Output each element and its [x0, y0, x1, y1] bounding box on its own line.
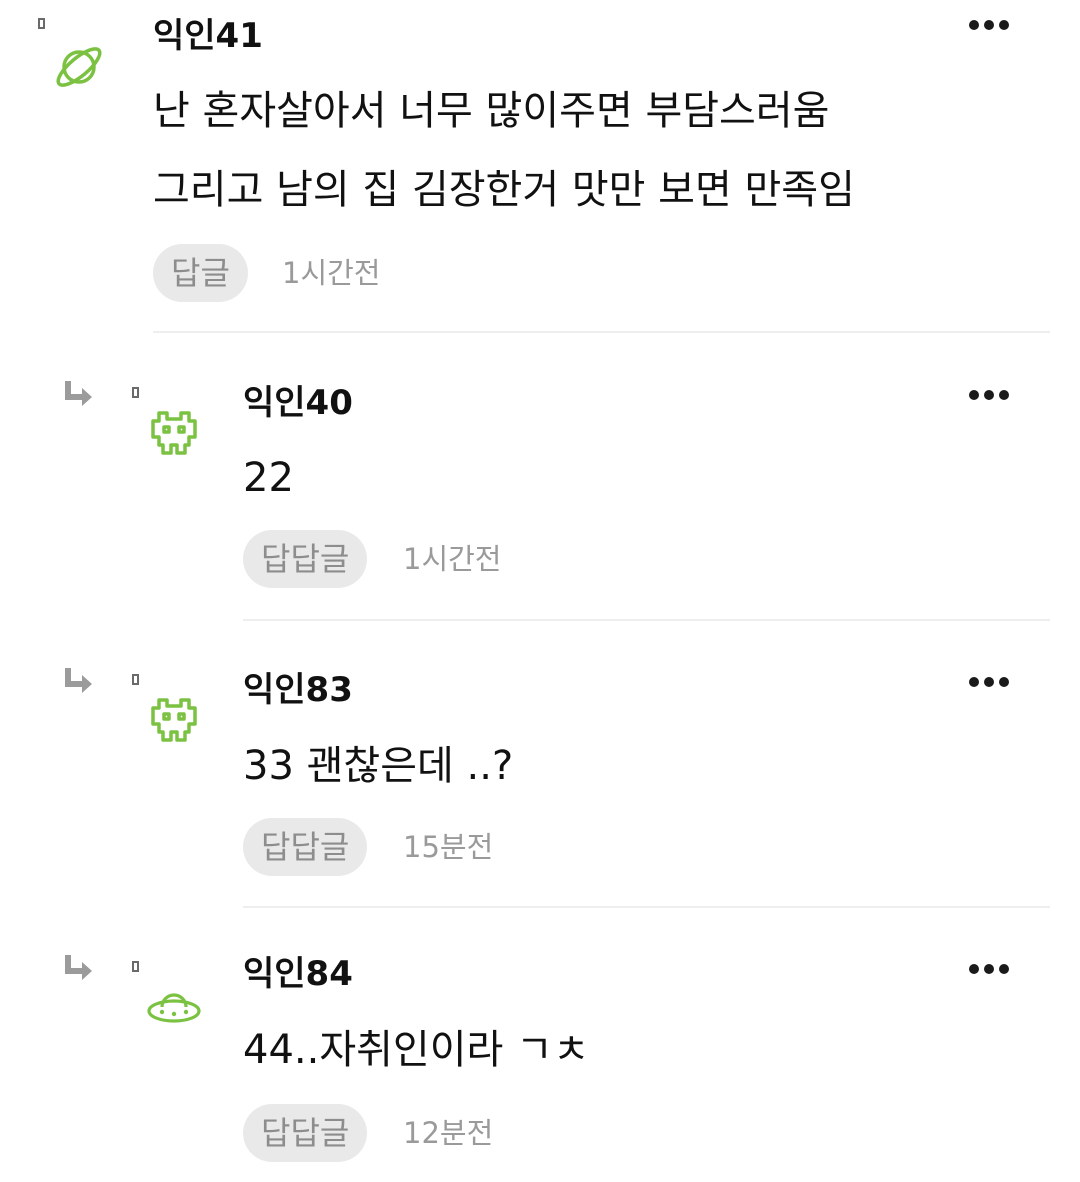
comment-author: 익인40: [243, 383, 353, 423]
more-options-icon[interactable]: [969, 960, 1011, 976]
reply-button[interactable]: 답답글: [243, 530, 368, 588]
level-marker: [132, 961, 139, 972]
reply-button[interactable]: 답답글: [243, 818, 368, 876]
ufo-icon: [145, 979, 203, 1037]
reply-arrow-icon: [64, 953, 94, 983]
reply-comment-item: 익인40 22 답답글 1시간전: [0, 333, 1080, 621]
comment-text-line: 그리고 남의 집 김장한거 맛만 보면 만족임: [153, 167, 855, 213]
planet-icon: [50, 38, 108, 96]
comment-author: 익인83: [243, 670, 353, 710]
comment-timestamp: 15분전: [403, 830, 494, 864]
comment-timestamp: 1시간전: [403, 542, 502, 576]
comment-text-line: 33 괜찮은데 ..?: [243, 743, 514, 789]
reply-button[interactable]: 답답글: [243, 1104, 368, 1162]
level-marker: [38, 18, 45, 29]
reply-comment-item: 익인84 44..자취인이라 ㄱㅊ 답답글 12분전: [0, 907, 1080, 1182]
comment-author: 익인41: [153, 16, 263, 56]
comment-timestamp: 1시간전: [282, 256, 381, 290]
comment-text-line: 22: [243, 455, 294, 501]
comment-text-line: 난 혼자살아서 너무 많이주면 부담스러움: [153, 88, 830, 134]
comment-item: 익인41 난 혼자살아서 너무 많이주면 부담스러움 그리고 남의 집 김장한거…: [0, 0, 1080, 333]
reply-comment-item: 익인83 33 괜찮은데 ..? 답답글 15분전: [0, 620, 1080, 908]
reply-button[interactable]: 답글: [153, 244, 248, 302]
space-invader-icon: [145, 405, 203, 463]
level-marker: [132, 674, 139, 685]
reply-arrow-icon: [64, 379, 94, 409]
space-invader-icon: [145, 692, 203, 750]
comment-timestamp: 12분전: [403, 1116, 494, 1150]
more-options-icon[interactable]: [969, 386, 1011, 402]
comment-text-line: 44..자취인이라 ㄱㅊ: [243, 1027, 590, 1073]
more-options-icon[interactable]: [969, 673, 1011, 689]
more-options-icon[interactable]: [969, 16, 1011, 32]
comment-author: 익인84: [243, 954, 353, 994]
reply-arrow-icon: [64, 666, 94, 696]
level-marker: [132, 387, 139, 398]
